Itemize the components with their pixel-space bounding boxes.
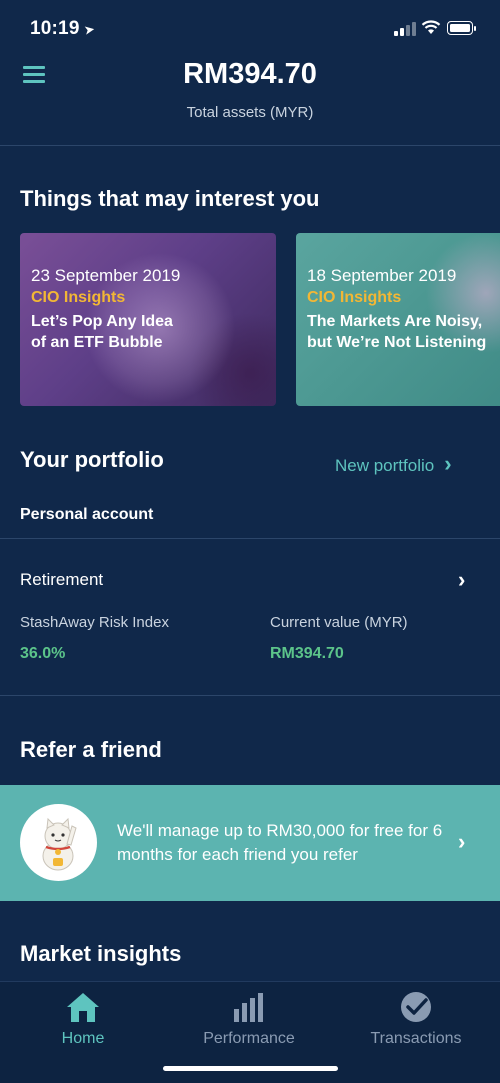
header-divider	[0, 145, 500, 146]
interests-title: Things that may interest you	[20, 186, 320, 211]
insight-date: 18 September 2019	[307, 266, 457, 285]
refer-title: Refer a friend	[20, 737, 162, 762]
risk-index-label: StashAway Risk Index	[20, 614, 169, 631]
portfolio-name: Retirement	[20, 570, 104, 589]
tab-label: Transactions	[370, 1030, 462, 1047]
chevron-right-icon: ›	[444, 451, 452, 476]
portfolio-title: Your portfolio	[20, 447, 164, 472]
new-portfolio-link[interactable]: New portfolio ›	[335, 451, 452, 477]
current-value-amount: RM394.70	[270, 645, 344, 662]
tab-performance[interactable]: Performance	[166, 982, 332, 1062]
total-assets-label: Total assets (MYR)	[186, 104, 314, 121]
tab-label: Home	[61, 1030, 105, 1047]
portfolio-divider	[0, 695, 500, 696]
bar-chart-icon	[234, 993, 263, 1022]
insight-title: Let’s Pop Any Idea of an ETF Bubble	[31, 313, 173, 351]
insight-tag: CIO Insights	[307, 289, 402, 306]
market-insights-title: Market insights	[20, 941, 182, 966]
check-circle-icon	[401, 992, 431, 1022]
portfolio-row-retirement[interactable]: Retirement › StashAway Risk Index 36.0% …	[0, 539, 500, 695]
new-portfolio-label: New portfolio	[335, 456, 435, 475]
chevron-right-icon: ›	[458, 567, 466, 592]
insight-card[interactable]: 23 September 2019 CIO Insights Let’s Pop…	[20, 233, 276, 406]
battery-icon	[447, 21, 476, 35]
lucky-cat-icon	[20, 804, 97, 881]
insight-tag: CIO Insights	[31, 289, 126, 306]
refer-banner[interactable]: We'll manage up to RM30,000 for free for…	[0, 785, 500, 901]
wifi-icon	[421, 20, 441, 34]
insight-title: The Markets Are Noisy, but We’re Not Lis…	[307, 313, 487, 351]
insight-card[interactable]: 18 September 2019 CIO Insights The Marke…	[296, 233, 500, 406]
insight-date: 23 September 2019	[31, 266, 181, 285]
tab-home[interactable]: Home	[0, 982, 166, 1062]
tab-transactions[interactable]: Transactions	[333, 982, 499, 1062]
current-value-label: Current value (MYR)	[270, 614, 408, 631]
status-time: 10:19 ➤	[30, 18, 96, 39]
risk-index-value: 36.0%	[20, 645, 66, 662]
cellular-signal-icon	[394, 22, 416, 36]
home-indicator	[163, 1066, 338, 1071]
home-icon	[67, 993, 99, 1022]
refer-text: We'll manage up to RM30,000 for free for…	[117, 821, 443, 864]
location-arrow-icon: ➤	[82, 21, 96, 38]
total-assets-amount: RM394.70	[183, 58, 317, 90]
chevron-right-icon: ›	[458, 829, 466, 854]
tab-label: Performance	[203, 1030, 295, 1047]
account-label: Personal account	[20, 506, 154, 523]
